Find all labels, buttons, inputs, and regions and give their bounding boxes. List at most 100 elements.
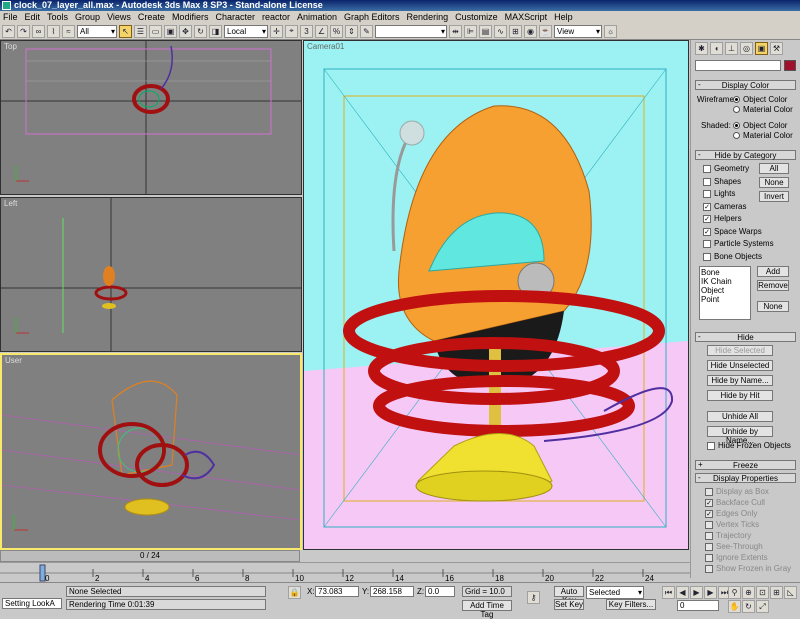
layer-manager-icon[interactable]: ▤ xyxy=(479,24,492,38)
menu-create[interactable]: Create xyxy=(138,11,165,23)
wireframe-object-color-radio[interactable] xyxy=(733,96,740,103)
material-editor-icon[interactable]: ◉ xyxy=(524,24,537,38)
zoom-extents-all-icon[interactable]: ⊞ xyxy=(770,586,783,599)
play-icon[interactable]: ▶ xyxy=(690,586,703,599)
pivot-center-icon[interactable]: ✛ xyxy=(270,24,283,38)
z-coordinate-field[interactable]: 0.0 xyxy=(425,586,455,597)
category-checkbox[interactable] xyxy=(703,177,711,186)
category-none-button[interactable]: None xyxy=(759,177,789,188)
viewport-label-camera[interactable]: Camera01 xyxy=(307,42,344,51)
snap-toggle-icon[interactable]: 3 xyxy=(300,24,313,38)
category-checkbox[interactable] xyxy=(703,190,711,198)
display-property-checkbox[interactable] xyxy=(705,521,713,529)
undo-icon[interactable]: ↶ xyxy=(2,24,15,38)
curve-editor-icon[interactable]: ∿ xyxy=(494,24,507,38)
display-property-checkbox[interactable] xyxy=(705,565,713,573)
render-view-dropdown[interactable]: View xyxy=(554,24,602,38)
menu-views[interactable]: Views xyxy=(107,11,131,23)
shaded-material-color-radio[interactable] xyxy=(733,132,740,139)
redo-icon[interactable]: ↷ xyxy=(17,24,30,38)
link-icon[interactable]: ∞ xyxy=(32,24,45,38)
percent-snap-icon[interactable]: % xyxy=(330,24,343,38)
time-slider[interactable]: 0 / 24 xyxy=(0,550,300,562)
hide-frozen-objects-checkbox[interactable] xyxy=(707,442,715,450)
viewport-label-left[interactable]: Left xyxy=(4,199,17,208)
display-property-checkbox[interactable]: ✓ xyxy=(705,510,713,518)
field-of-view-icon[interactable]: ◺ xyxy=(784,586,797,599)
hide-selected-button[interactable]: Hide Selected xyxy=(707,345,773,356)
category-checkbox[interactable]: ✓ xyxy=(703,227,711,236)
zoom-icon[interactable]: ⚲ xyxy=(728,586,741,599)
category-filter-list[interactable]: Bone IK Chain Object Point xyxy=(699,266,751,320)
menu-graph-editors[interactable]: Graph Editors xyxy=(344,11,400,23)
select-scale-icon[interactable]: ◨ xyxy=(209,24,222,38)
menu-modifiers[interactable]: Modifiers xyxy=(172,11,209,23)
category-checkbox[interactable]: ✓ xyxy=(703,215,711,223)
rollout-freeze[interactable]: + Freeze xyxy=(695,460,796,470)
goto-start-icon[interactable]: ⏮ xyxy=(662,586,675,599)
hierarchy-tab-icon[interactable]: ⊥ xyxy=(725,42,738,55)
menu-file[interactable]: File xyxy=(3,11,18,23)
window-crossing-icon[interactable]: ▣ xyxy=(164,24,177,38)
rollout-display-color[interactable]: - Display Color xyxy=(695,80,796,90)
viewport-camera[interactable]: Camera01 xyxy=(303,40,689,550)
set-key-button[interactable]: Set Key xyxy=(554,599,584,610)
viewport-label-top[interactable]: Top xyxy=(4,42,17,51)
zoom-all-icon[interactable]: ⊕ xyxy=(742,586,755,599)
display-tab-icon[interactable]: ▣ xyxy=(755,42,768,55)
utilities-tab-icon[interactable]: ⚒ xyxy=(770,42,783,55)
display-property-checkbox[interactable] xyxy=(705,488,713,496)
bind-spacewarp-icon[interactable]: ≈ xyxy=(62,24,75,38)
menu-tools[interactable]: Tools xyxy=(47,11,68,23)
create-tab-icon[interactable]: ✱ xyxy=(695,42,708,55)
unlink-icon[interactable]: ⌇ xyxy=(47,24,60,38)
quick-render-icon[interactable]: ☼ xyxy=(604,24,617,38)
rectangular-selection-icon[interactable]: ▭ xyxy=(149,24,162,38)
menu-reactor[interactable]: reactor xyxy=(262,11,290,23)
zoom-extents-icon[interactable]: ⊡ xyxy=(756,586,769,599)
shaded-object-color-radio[interactable] xyxy=(733,122,740,129)
auto-key-button[interactable]: Auto Key xyxy=(554,586,584,605)
category-checkbox[interactable] xyxy=(703,165,711,173)
object-name-field[interactable] xyxy=(695,60,781,71)
hide-by-hit-button[interactable]: Hide by Hit xyxy=(707,390,773,401)
category-checkbox[interactable] xyxy=(703,252,711,261)
category-all-button[interactable]: All xyxy=(759,163,789,174)
menu-maxscript[interactable]: MAXScript xyxy=(505,11,548,23)
named-selection-icon[interactable]: ✎ xyxy=(360,24,373,38)
rollout-display-properties[interactable]: - Display Properties xyxy=(695,473,796,483)
spinner-snap-icon[interactable]: ⇕ xyxy=(345,24,358,38)
maxscript-listener-field[interactable]: Setting LookA xyxy=(2,598,62,609)
current-frame-field[interactable]: 0 xyxy=(677,600,719,611)
category-list-none-button[interactable]: None xyxy=(757,301,789,312)
menu-character[interactable]: Character xyxy=(215,11,255,23)
schematic-view-icon[interactable]: ⊞ xyxy=(509,24,522,38)
display-property-checkbox[interactable]: ✓ xyxy=(705,499,713,507)
viewport-label-user[interactable]: User xyxy=(5,356,22,365)
align-icon[interactable]: ⊫ xyxy=(464,24,477,38)
select-by-name-icon[interactable]: ☰ xyxy=(134,24,147,38)
viewport-top[interactable]: Top xyxy=(0,40,302,195)
orbit-icon[interactable]: ↻ xyxy=(742,600,755,613)
angle-snap-icon[interactable]: ∠ xyxy=(315,24,328,38)
motion-tab-icon[interactable]: ◎ xyxy=(740,42,753,55)
menu-rendering[interactable]: Rendering xyxy=(407,11,449,23)
previous-frame-icon[interactable]: ◀ xyxy=(676,586,689,599)
maximize-viewport-icon[interactable]: ⤢ xyxy=(756,600,769,613)
lock-selection-icon[interactable]: 🔒 xyxy=(288,586,301,599)
menu-animation[interactable]: Animation xyxy=(297,11,337,23)
menu-customize[interactable]: Customize xyxy=(455,11,498,23)
selection-filter-dropdown[interactable]: All xyxy=(77,24,117,38)
add-time-tag-button[interactable]: Add Time Tag xyxy=(462,600,512,619)
track-bar[interactable]: 0 2 4 6 8 10 12 14 16 18 20 22 24 xyxy=(0,562,690,583)
y-coordinate-field[interactable]: 268.158 xyxy=(370,586,414,597)
next-frame-icon[interactable]: ▶ xyxy=(704,586,717,599)
rollout-hide[interactable]: - Hide xyxy=(695,332,796,342)
key-filters-button[interactable]: Key Filters... xyxy=(606,599,656,610)
key-mode-dropdown[interactable]: Selected xyxy=(586,586,644,599)
menu-group[interactable]: Group xyxy=(75,11,100,23)
select-rotate-icon[interactable]: ↻ xyxy=(194,24,207,38)
menu-edit[interactable]: Edit xyxy=(25,11,41,23)
select-move-icon[interactable]: ✥ xyxy=(179,24,192,38)
hide-unselected-button[interactable]: Hide Unselected xyxy=(707,360,773,371)
